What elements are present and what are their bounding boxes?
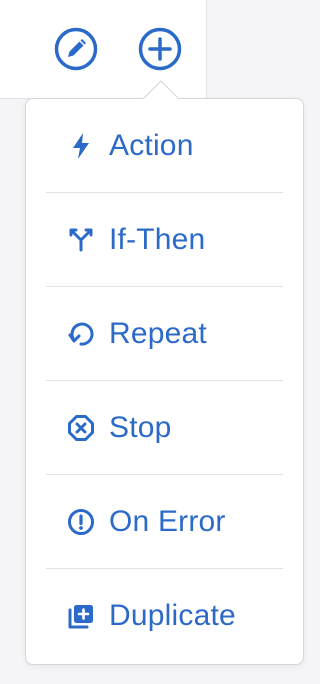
bolt-icon	[66, 131, 96, 161]
menu-item-label: Repeat	[109, 316, 207, 350]
menu-item-label: On Error	[109, 504, 226, 538]
menu-item-action[interactable]: Action	[46, 99, 283, 193]
repeat-icon	[66, 319, 96, 349]
plus-circle-icon	[138, 27, 182, 71]
menu-item-duplicate[interactable]: Duplicate	[46, 569, 283, 662]
menu-item-label: Action	[109, 128, 194, 162]
stop-octagon-icon	[66, 413, 96, 443]
menu-item-label: Stop	[109, 410, 172, 444]
menu-item-stop[interactable]: Stop	[46, 381, 283, 475]
menu-item-repeat[interactable]: Repeat	[46, 287, 283, 381]
popover-arrow	[143, 80, 179, 100]
menu-list: Action If-Then Repeat Stop On Error Dupl…	[46, 99, 283, 662]
add-button[interactable]	[136, 25, 184, 73]
edit-button[interactable]	[52, 25, 100, 73]
add-step-menu: Action If-Then Repeat Stop On Error Dupl…	[25, 98, 304, 665]
menu-item-label: Duplicate	[109, 598, 236, 632]
menu-item-on-error[interactable]: On Error	[46, 475, 283, 569]
menu-item-label: If-Then	[109, 222, 206, 256]
duplicate-icon	[66, 601, 96, 631]
menu-item-if-then[interactable]: If-Then	[46, 193, 283, 287]
branch-icon	[66, 225, 96, 255]
pencil-circle-icon	[54, 27, 98, 71]
error-circle-icon	[66, 507, 96, 537]
